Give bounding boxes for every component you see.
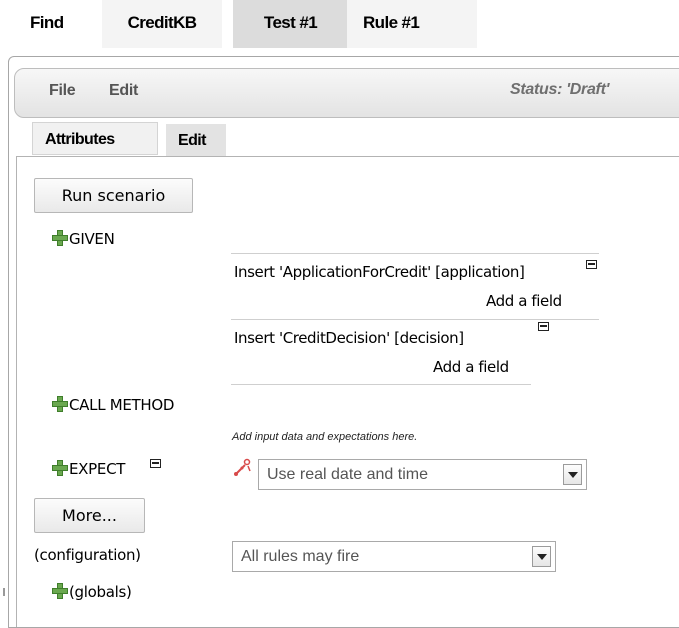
- tab-rule-1[interactable]: Rule #1: [347, 0, 477, 48]
- tab-edit[interactable]: Edit: [166, 124, 226, 157]
- more-button[interactable]: More...: [34, 498, 145, 533]
- fact-insert-decision[interactable]: Insert 'CreditDecision' [decision]: [234, 329, 464, 347]
- globals-label: (globals): [69, 583, 132, 601]
- fact-divider: [231, 253, 599, 254]
- call-method-label: CALL METHOD: [69, 396, 175, 414]
- remove-fact-icon[interactable]: [538, 322, 549, 331]
- hint-text: Add input data and expectations here.: [232, 431, 418, 443]
- given-label: GIVEN: [69, 230, 115, 248]
- add-given-icon[interactable]: [52, 230, 68, 246]
- date-time-select[interactable]: Use real date and time: [258, 459, 587, 490]
- rules-select-value: All rules may fire: [241, 548, 360, 565]
- dropdown-arrow-icon[interactable]: [563, 464, 582, 485]
- add-globals-icon[interactable]: [52, 583, 68, 599]
- call-method-section: CALL METHOD: [52, 396, 174, 414]
- menu-edit[interactable]: Edit: [109, 82, 138, 100]
- status-label: Status: 'Draft': [510, 81, 610, 98]
- menu-bar: File Edit Status: 'Draft': [14, 68, 679, 118]
- rules-select[interactable]: All rules may fire: [232, 541, 556, 572]
- top-tab-bar: Find CreditKB Test #1 Rule #1: [0, 0, 679, 48]
- add-expect-icon[interactable]: [52, 460, 68, 476]
- remove-fact-icon[interactable]: [586, 260, 597, 269]
- date-time-select-value: Use real date and time: [267, 466, 428, 483]
- expect-label: EXPECT: [69, 460, 126, 478]
- fact-divider: [231, 384, 531, 385]
- dropdown-arrow-icon[interactable]: [532, 546, 551, 567]
- date-wand-icon: [234, 458, 251, 476]
- add-call-method-icon[interactable]: [52, 396, 68, 412]
- tab-find[interactable]: Find: [16, 0, 89, 48]
- configuration-label: (configuration): [34, 546, 141, 564]
- add-field-link[interactable]: Add a field: [433, 358, 509, 376]
- globals-section: (globals): [52, 583, 132, 601]
- menu-file[interactable]: File: [49, 82, 76, 100]
- remove-expect-icon[interactable]: [150, 459, 161, 468]
- tab-creditkb[interactable]: CreditKB: [102, 0, 222, 48]
- tab-attributes[interactable]: Attributes: [32, 122, 158, 155]
- fact-insert-application[interactable]: Insert 'ApplicationForCredit' [applicati…: [234, 263, 525, 281]
- tab-test-1[interactable]: Test #1: [233, 0, 348, 48]
- run-scenario-button[interactable]: Run scenario: [34, 178, 193, 213]
- fact-divider: [231, 319, 599, 320]
- edge-marker: [3, 588, 5, 596]
- expect-section: EXPECT: [52, 460, 125, 478]
- given-section: GIVEN: [52, 230, 115, 248]
- add-field-link[interactable]: Add a field: [486, 292, 562, 310]
